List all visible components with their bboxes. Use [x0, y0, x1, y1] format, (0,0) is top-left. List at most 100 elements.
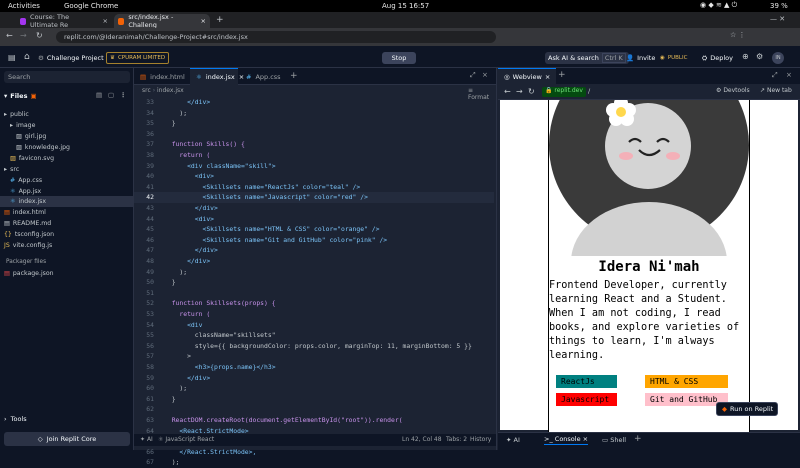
notifications-icon[interactable]: ⊕: [742, 52, 749, 61]
code-line[interactable]: 51: [134, 288, 494, 299]
breadcrumb-src[interactable]: src: [142, 87, 151, 94]
code-line[interactable]: 45 <Skillsets name="HTML & CSS" color="o…: [134, 224, 494, 235]
line-number[interactable]: 67: [134, 457, 154, 468]
tree-file-index-html[interactable]: ▤ index.html: [0, 207, 133, 218]
tree-file-app-css[interactable]: # App.css: [0, 175, 133, 186]
close-pane-icon[interactable]: ×: [482, 71, 488, 79]
activities-button[interactable]: Activities: [8, 2, 40, 10]
close-icon[interactable]: ×: [583, 435, 588, 443]
search-input[interactable]: Search: [4, 71, 130, 83]
new-file-icon[interactable]: ▤: [96, 91, 102, 99]
code-line[interactable]: 54 <div: [134, 320, 494, 331]
line-number[interactable]: 33: [134, 97, 154, 108]
line-number[interactable]: 58: [134, 362, 154, 373]
code-line[interactable]: 61 }: [134, 394, 494, 405]
line-number[interactable]: 49: [134, 267, 154, 278]
line-number[interactable]: 48: [134, 256, 154, 267]
code-line[interactable]: 36: [134, 129, 494, 140]
tab-ai[interactable]: ✦ AI: [506, 436, 520, 444]
tree-file-readme[interactable]: ▤ README.md: [0, 218, 133, 229]
add-tab-button[interactable]: +: [558, 70, 566, 80]
line-number[interactable]: 43: [134, 203, 154, 214]
code-line[interactable]: 58 <h3>{props.name}</h3>: [134, 362, 494, 373]
tree-folder-public[interactable]: ▸ public: [0, 109, 133, 120]
code-line[interactable]: 41 <Skillsets name="ReactJs" color="teal…: [134, 182, 494, 193]
line-number[interactable]: 63: [134, 415, 154, 426]
tab-index-jsx[interactable]: ⚛ index.jsx ×: [190, 68, 244, 85]
tab-shell[interactable]: ▭ Shell: [602, 436, 626, 444]
line-number[interactable]: 39: [134, 161, 154, 172]
tree-file-vite-config[interactable]: JS vite.config.js: [0, 240, 133, 251]
line-number[interactable]: 61: [134, 394, 154, 405]
tree-file-knowledge[interactable]: ▨ knowledge.jpg: [0, 142, 133, 153]
code-line[interactable]: 33 </div>: [134, 97, 494, 108]
run-on-replit-button[interactable]: ◆ Run on Replit: [716, 402, 778, 416]
line-number[interactable]: 66: [134, 447, 154, 458]
avatar[interactable]: IN: [772, 52, 784, 64]
browser-extension-icons[interactable]: ☆ ⋮: [730, 31, 746, 39]
line-number[interactable]: 45: [134, 224, 154, 235]
line-number[interactable]: 60: [134, 383, 154, 394]
line-number[interactable]: 36: [134, 129, 154, 140]
tab-size[interactable]: Tabs: 2: [446, 436, 467, 443]
line-number[interactable]: 52: [134, 298, 154, 309]
invite-button[interactable]: 👤 Invite: [626, 52, 655, 64]
more-icon[interactable]: ⋮: [120, 91, 127, 99]
line-number[interactable]: 37: [134, 139, 154, 150]
code-line[interactable]: 52 function Skillsets(props) {: [134, 298, 494, 309]
settings-icon[interactable]: ⚙: [756, 52, 763, 61]
code-line[interactable]: 59 </div>: [134, 373, 494, 384]
code-line[interactable]: 35 }: [134, 118, 494, 129]
public-badge[interactable]: ◉ PUBLIC: [660, 52, 687, 64]
code-line[interactable]: 40 <div>: [134, 171, 494, 182]
code-line[interactable]: 48 </div>: [134, 256, 494, 267]
line-number[interactable]: 50: [134, 277, 154, 288]
line-number[interactable]: 53: [134, 309, 154, 320]
line-number[interactable]: 59: [134, 373, 154, 384]
tree-folder-src[interactable]: ▸ src: [0, 164, 133, 175]
history-button[interactable]: History: [470, 436, 491, 443]
new-tab-button[interactable]: +: [216, 15, 224, 25]
line-number[interactable]: 51: [134, 288, 154, 299]
line-number[interactable]: 54: [134, 320, 154, 331]
new-folder-icon[interactable]: ▢: [108, 91, 114, 99]
stop-button[interactable]: Stop: [382, 52, 416, 64]
join-core-button[interactable]: ◇ Join Replit Core: [4, 432, 130, 446]
close-icon[interactable]: ×: [103, 17, 108, 25]
clock[interactable]: Aug 15 16:57: [382, 2, 429, 10]
active-app-label[interactable]: Google Chrome: [64, 2, 118, 10]
browser-tab-replit[interactable]: src/index.jsx - Challeng ×: [114, 13, 210, 29]
project-title[interactable]: ⚙ Challenge Project: [38, 52, 104, 64]
replit-dev-badge[interactable]: 🔒 replit.dev: [542, 87, 586, 97]
tree-folder-image[interactable]: ▸ image: [0, 120, 133, 131]
deploy-button[interactable]: ⛭ Deploy: [702, 52, 733, 64]
home-icon[interactable]: ⌂: [24, 52, 30, 62]
tab-index-html[interactable]: ▤ index.html: [134, 68, 190, 85]
line-number[interactable]: 40: [134, 171, 154, 182]
line-number[interactable]: 47: [134, 245, 154, 256]
code-line[interactable]: 42 <Skillsets name="Javascript" color="r…: [134, 192, 494, 203]
line-number[interactable]: 62: [134, 404, 154, 415]
back-icon[interactable]: ←: [504, 87, 511, 96]
code-line[interactable]: 56 style={{ backgroundColor: props.color…: [134, 341, 494, 352]
forward-icon[interactable]: →: [20, 31, 27, 40]
code-line[interactable]: 38 return (: [134, 150, 494, 161]
tab-webview[interactable]: ◎ Webview ×: [498, 68, 557, 84]
system-tray-icons[interactable]: ◉ ◆ ≋ ▲ ⏻: [700, 1, 737, 10]
code-line[interactable]: 62: [134, 404, 494, 415]
code-line[interactable]: 47 </div>: [134, 245, 494, 256]
back-icon[interactable]: ←: [6, 31, 13, 40]
code-line[interactable]: 53 return (: [134, 309, 494, 320]
expand-icon[interactable]: ⤢: [470, 71, 476, 80]
browser-tab-course[interactable]: Course: The Ultimate Re ×: [16, 13, 112, 29]
breadcrumb-file[interactable]: index.jsx: [157, 87, 184, 94]
sidebar-toggle-icon[interactable]: ▤: [8, 53, 16, 62]
tree-file-package-json[interactable]: ▤ package.json: [0, 268, 133, 279]
language-status[interactable]: ⚛ JavaScript React: [158, 436, 214, 443]
reload-icon[interactable]: ↻: [528, 87, 535, 96]
tree-file-tsconfig[interactable]: {} tsconfig.json: [0, 229, 133, 240]
new-tab-link[interactable]: ↗ New tab: [760, 87, 792, 94]
code-line[interactable]: 39 <div className="skill">: [134, 161, 494, 172]
code-line[interactable]: 44 <div>: [134, 214, 494, 225]
add-tab-button[interactable]: +: [290, 71, 298, 81]
